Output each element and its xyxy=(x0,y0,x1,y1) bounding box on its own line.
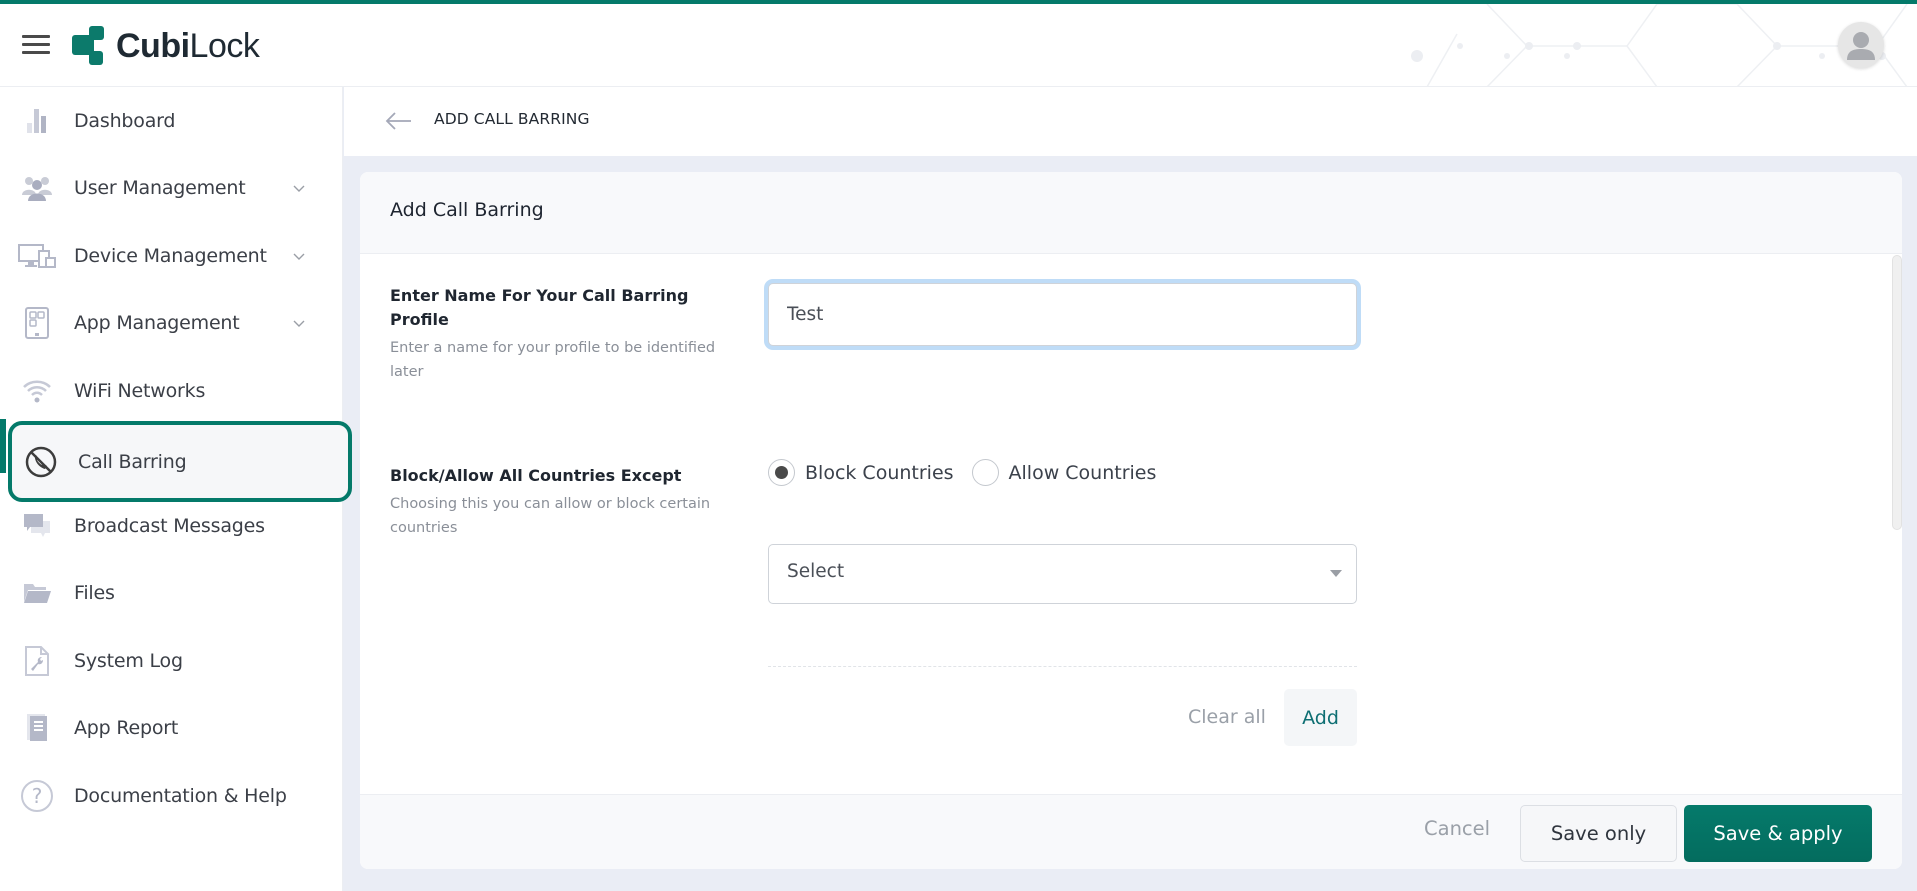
sidebar-item-device-management[interactable]: Device Management xyxy=(0,226,343,286)
sidebar-item-user-management[interactable]: User Management xyxy=(0,158,343,218)
sidebar-item-label: Call Barring xyxy=(78,450,187,473)
user-avatar-icon[interactable] xyxy=(1838,22,1884,68)
sidebar-item-label: Files xyxy=(74,582,115,604)
radio-unchecked-icon xyxy=(971,459,999,486)
radio-checked-icon xyxy=(768,459,795,486)
page-header: ADD CALL BARRING xyxy=(344,87,1917,156)
tablet-apps-icon xyxy=(18,307,56,339)
chat-bubbles-icon xyxy=(18,510,56,542)
add-country-button[interactable]: Add xyxy=(1284,689,1357,746)
sidebar-item-label: System Log xyxy=(74,650,183,672)
wrench-document-icon xyxy=(18,645,56,677)
call-barring-icon xyxy=(22,446,60,478)
chevron-down-icon xyxy=(293,253,305,260)
divider xyxy=(768,666,1357,667)
cancel-button[interactable]: Cancel xyxy=(1424,817,1490,840)
sidebar-item-call-barring[interactable]: Call Barring xyxy=(8,421,352,502)
country-select[interactable]: Select xyxy=(768,544,1357,604)
sidebar-item-label: App Management xyxy=(74,312,240,334)
profile-name-help: Enter a name for your profile to be iden… xyxy=(390,340,716,380)
sidebar-item-wifi-networks[interactable]: WiFi Networks xyxy=(0,361,343,421)
arrow-left-icon[interactable] xyxy=(384,109,412,133)
sidebar-item-files[interactable]: Files xyxy=(0,563,343,623)
profile-name-input[interactable] xyxy=(768,283,1357,346)
profile-name-label: Enter Name For Your Call Barring Profile xyxy=(390,286,689,329)
bar-chart-icon xyxy=(18,105,56,137)
caret-down-icon xyxy=(1330,570,1342,577)
sidebar-item-label: Dashboard xyxy=(74,110,176,132)
sidebar-item-label: Documentation & Help xyxy=(74,785,287,807)
users-icon xyxy=(18,172,56,204)
select-placeholder: Select xyxy=(787,561,845,582)
sidebar-item-app-report[interactable]: App Report xyxy=(0,698,343,758)
sidebar-item-label: Device Management xyxy=(74,245,267,267)
report-icon xyxy=(18,712,56,744)
chevron-down-icon xyxy=(293,185,305,192)
sidebar-item-label: User Management xyxy=(74,177,246,199)
clear-all-button[interactable]: Clear all xyxy=(1188,706,1266,728)
sidebar-item-label: Broadcast Messages xyxy=(74,515,265,537)
allow-countries-radio[interactable]: Allow Countries xyxy=(971,459,1157,486)
countries-mode-help: Choosing this you can allow or block cer… xyxy=(390,496,711,536)
wifi-icon xyxy=(18,375,56,407)
top-header: CubiLock xyxy=(0,4,1917,87)
svg-text:?: ? xyxy=(32,784,43,808)
sidebar: Dashboard User Management Device Managem… xyxy=(0,87,352,891)
help-circle-icon: ? xyxy=(18,780,56,812)
page-title: ADD CALL BARRING xyxy=(434,110,590,128)
sidebar-item-label: WiFi Networks xyxy=(74,380,206,402)
save-only-button[interactable]: Save only xyxy=(1520,805,1677,862)
sidebar-item-documentation-help[interactable]: ? Documentation & Help xyxy=(0,766,343,826)
card-header: Add Call Barring xyxy=(360,172,1902,254)
chevron-down-icon xyxy=(293,320,305,327)
radio-label: Block Countries xyxy=(805,461,954,484)
block-countries-radio[interactable]: Block Countries xyxy=(768,459,954,486)
sidebar-item-system-log[interactable]: System Log xyxy=(0,631,343,691)
hamburger-icon[interactable] xyxy=(22,33,50,57)
radio-label: Allow Countries xyxy=(1008,461,1157,484)
cubilock-logo-icon xyxy=(72,26,110,66)
brand-logo[interactable]: CubiLock xyxy=(72,24,260,68)
add-call-barring-card: Add Call Barring Enter Name For Your Cal… xyxy=(360,172,1902,869)
save-apply-button[interactable]: Save & apply xyxy=(1684,805,1872,862)
card-footer: Cancel Save only Save & apply xyxy=(360,794,1902,869)
sidebar-item-label: App Report xyxy=(74,717,179,739)
sidebar-item-app-management[interactable]: App Management xyxy=(0,293,343,353)
sidebar-item-broadcast-messages[interactable]: Broadcast Messages xyxy=(0,496,343,556)
countries-mode-label: Block/Allow All Countries Except xyxy=(390,466,682,485)
card-title: Add Call Barring xyxy=(390,199,544,221)
sidebar-item-dashboard[interactable]: Dashboard xyxy=(0,91,343,151)
brand-name: CubiLock xyxy=(116,26,260,65)
active-indicator xyxy=(0,419,6,473)
block-allow-radio-group: Block Countries Allow Countries xyxy=(768,459,1174,486)
devices-icon xyxy=(18,240,56,272)
folder-icon xyxy=(18,577,56,609)
vertical-scrollbar[interactable] xyxy=(1892,255,1902,530)
